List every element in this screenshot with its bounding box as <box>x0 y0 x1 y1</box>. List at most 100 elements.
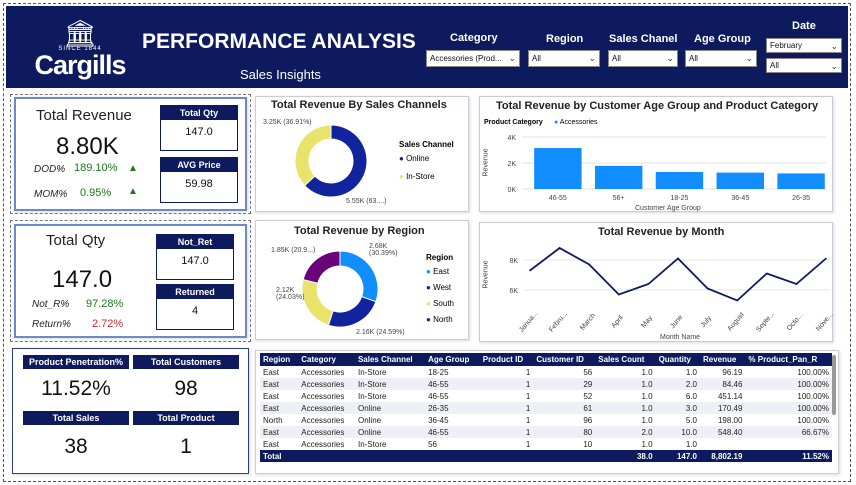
total-revenue-value: 8.80K <box>56 133 119 160</box>
x-tick-label: 18-25 <box>671 195 689 202</box>
table-cell: 2.0 <box>595 426 656 438</box>
month-filter-dropdown[interactable]: February ⌄ <box>766 38 842 53</box>
table-cell: Online <box>354 426 426 438</box>
column-header[interactable]: Sales Channel <box>354 353 426 366</box>
table-cell: Accessories <box>298 426 355 438</box>
bar-36-45 <box>716 172 764 189</box>
legend-in-store-label: In-Store <box>406 172 435 181</box>
y-tick-label: 4K <box>507 135 516 142</box>
table-cell: 29 <box>533 378 596 390</box>
table-cell: North <box>263 415 283 425</box>
logo-name: Cargills <box>34 50 126 80</box>
legend-west: ● West <box>426 283 451 292</box>
mini-kpi-panel: Product Penetration% 11.52% Total Custom… <box>12 348 249 474</box>
column-header[interactable]: Customer ID <box>533 353 596 366</box>
cargills-logo: 🏛 SINCE 1844 Cargills <box>30 20 130 84</box>
x-tick-label: March <box>579 312 597 331</box>
column-header[interactable]: Sales Count <box>595 353 656 366</box>
table-row[interactable]: East Accessories In-Store 46-55 1 29 1.0 2.0 84.… <box>260 378 832 390</box>
not-ret-box: Not_Ret 147.0 <box>156 234 234 280</box>
column-header[interactable]: Product ID <box>479 353 534 366</box>
table-cell: 46-55 <box>425 426 480 438</box>
month-x-axis-title: Month Name <box>660 334 701 341</box>
line-point <box>588 263 590 266</box>
sales-channel-filter-dropdown[interactable]: All ⌄ <box>608 50 678 67</box>
month-line-chart: 6K 8K Janua... Febru... March April May June Jul… <box>509 246 834 334</box>
x-tick-label: 56+ <box>613 195 625 202</box>
mom-value: 0.95% <box>80 187 112 199</box>
east-data-label: 2.68K (30.39%) <box>369 243 398 257</box>
table-cell: 1 <box>525 367 531 377</box>
table-cell: 1.0 <box>685 439 697 449</box>
table-cell: 1.0 <box>641 415 653 425</box>
table-cell: East <box>263 391 280 401</box>
total-cell: 147.0 <box>655 450 700 462</box>
x-tick-label: July <box>700 315 714 329</box>
not-ret-box-value: 147.0 <box>181 255 209 267</box>
table-row[interactable]: East Accessories In-Store 18-25 1 56 1.0 1.0 96.… <box>260 366 832 378</box>
total-product-title: Total Product <box>133 411 239 425</box>
header-banner: 🏛 SINCE 1844 Cargills PERFORMANCE ANALYS… <box>6 6 848 88</box>
column-header[interactable]: Revenue <box>699 353 746 366</box>
legend-online-label: Online <box>406 154 430 163</box>
bar-26-35 <box>777 173 825 189</box>
product-penetration-kpi: Product Penetration% 11.52% <box>23 355 129 407</box>
legend-south-label: South <box>433 299 454 308</box>
day-filter-dropdown[interactable]: All ⌄ <box>766 58 842 73</box>
sales-channel-donut <box>294 124 368 198</box>
table-row[interactable]: East Accessories Online 26-35 1 61 1.0 3.0 170.4… <box>260 402 832 414</box>
legend-dot-icon: ● <box>426 267 431 276</box>
legend-east: ● East <box>426 267 449 276</box>
table-cell: 1.0 <box>685 367 697 377</box>
revenue-line <box>529 246 827 302</box>
building-icon: 🏛 <box>63 18 97 48</box>
age-group-filter-dropdown[interactable]: All ⌄ <box>685 50 757 67</box>
category-filter-dropdown[interactable]: Accessories (Prod... ⌄ <box>426 50 520 67</box>
table-row[interactable]: East Accessories Online 46-55 1 80 2.0 10.0 548.… <box>260 426 832 438</box>
month-chart-card: Total Revenue by Month 6K 8K Janua... Febru… <box>479 222 834 342</box>
total-customers-kpi: Total Customers 98 <box>133 355 239 407</box>
table-cell: East <box>263 367 280 377</box>
table-cell: 56 <box>428 439 437 449</box>
table-cell: In-Store <box>357 439 387 449</box>
column-header[interactable]: Quantity <box>655 353 700 366</box>
sales-table: Region Category Sales Channel Age Group Prod… <box>260 353 832 462</box>
dod-value: 189.10% <box>74 162 118 174</box>
table-row[interactable]: North Accessories Online 36-45 1 96 1.0 5.0 198.… <box>260 414 832 426</box>
table-total-row: Total 38.0 147.0 8,802.19 11.52% <box>260 450 832 462</box>
chevron-down-icon: ⌄ <box>666 53 674 63</box>
table-row[interactable]: East Accessories In-Store 46-55 1 52 1.0 6.0 451… <box>260 390 832 402</box>
column-header[interactable]: Region <box>260 353 299 366</box>
not-returned-pct-label: Not_R% <box>32 299 70 310</box>
table-cell: 46-55 <box>428 391 449 401</box>
legend-dot-icon: ● <box>426 283 431 292</box>
table-row[interactable]: East Accessories In-Store 56 1 10 1.0 1.0 <box>260 438 832 450</box>
table-cell: 56 <box>583 367 593 377</box>
column-header[interactable]: % Product_Pan_R <box>745 353 832 366</box>
x-tick-label: Nove... <box>815 311 834 333</box>
total-qty-box: Total Qty 147.0 <box>160 105 238 151</box>
table-cell: East <box>260 378 299 390</box>
table-cell: 1.0 <box>641 367 653 377</box>
table-scrollbar[interactable] <box>832 355 836 415</box>
table-cell: Accessories <box>301 367 345 377</box>
table-cell: 100.00% <box>745 378 832 390</box>
page-subtitle: Sales Insights <box>240 67 321 82</box>
total-customers-value: 98 <box>174 377 198 400</box>
table-cell: 198.00 <box>717 415 743 425</box>
sales-channel-filter-label: Sales Chanel <box>609 33 678 45</box>
legend-in-store: ● In-Store <box>399 172 435 181</box>
not-returned-pct-value: 97.28% <box>86 298 124 310</box>
column-header[interactable]: Category <box>298 353 355 366</box>
region-filter-dropdown[interactable]: All ⌄ <box>528 50 600 67</box>
table-cell: Accessories <box>298 402 355 414</box>
x-tick-label: 46-55 <box>549 195 567 202</box>
table-cell: 52 <box>583 391 593 401</box>
table-cell: 6.0 <box>685 391 697 401</box>
table-cell: 5.0 <box>685 415 697 425</box>
sales-table-wrapper[interactable]: Region Category Sales Channel Age Group Prod… <box>260 353 832 473</box>
table-cell: 10.0 <box>655 426 700 438</box>
table-cell: 170.49 <box>699 402 746 414</box>
column-header[interactable]: Age Group <box>425 353 480 366</box>
table-cell: 36-45 <box>428 415 449 425</box>
